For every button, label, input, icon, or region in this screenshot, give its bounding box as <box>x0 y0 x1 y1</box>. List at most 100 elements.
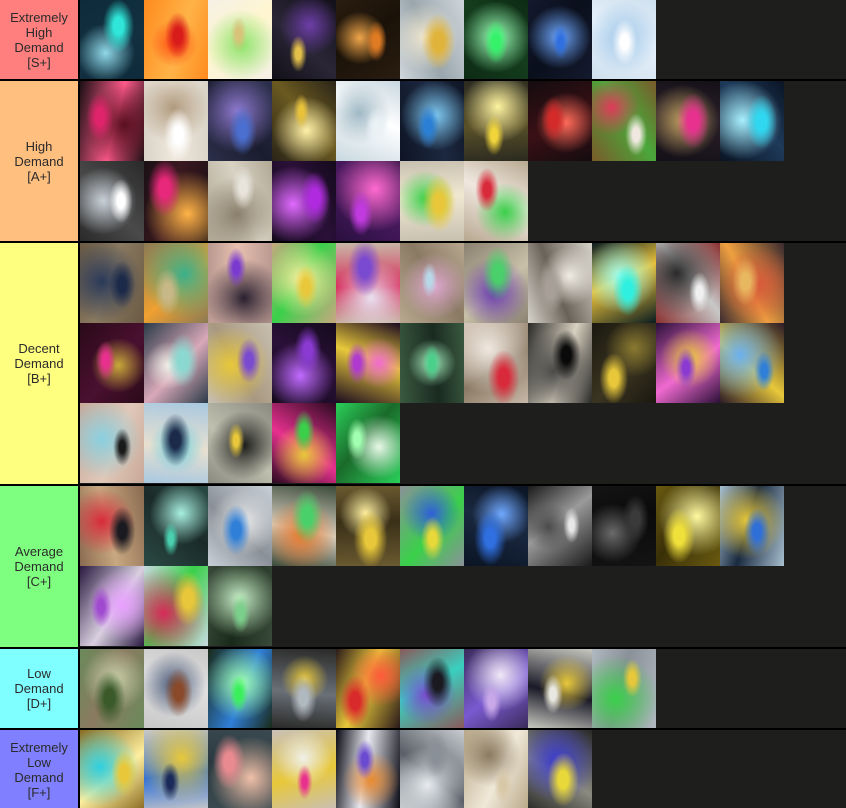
tier-item-red-white-pattern-figure[interactable] <box>464 323 528 403</box>
tier-item-pink-sunset-weapon[interactable] <box>208 730 272 808</box>
tier-item-brown-hair-sitting-figure[interactable] <box>144 649 208 728</box>
tier-item-white-figure-bright-bg[interactable] <box>144 81 208 161</box>
tier-item-grey-white-figure-b[interactable] <box>528 243 592 323</box>
tier-item-teal-white-figure[interactable] <box>144 323 208 403</box>
tier-item-grey-white-armor-figure[interactable] <box>208 161 272 241</box>
tier-item-gold-armored-figure-c[interactable] <box>336 486 400 566</box>
tier-item-grey-knight-figure[interactable] <box>272 649 336 728</box>
tier-label-f-plus[interactable]: Extremely Low Demand [F+] <box>0 730 80 808</box>
tier-item-blue-hair-dark-figure[interactable] <box>400 81 464 161</box>
tier-item-gold-armored-figure-a[interactable] <box>272 81 336 161</box>
tier-item-blue-glow-dark-figure[interactable] <box>528 0 592 79</box>
tier-items-a-plus <box>80 81 846 241</box>
tier-item-pink-white-ornate-figure[interactable] <box>272 730 336 808</box>
tier-label-b-plus[interactable]: Decent Demand [B+] <box>0 243 80 484</box>
tier-item-pink-green-striped-figure[interactable] <box>592 81 656 161</box>
tier-item-purple-cap-figure[interactable] <box>208 243 272 323</box>
tier-item-blue-gold-ninja-figure[interactable] <box>720 486 784 566</box>
tier-item-white-gold-knight-burst[interactable] <box>208 0 272 79</box>
tier-item-magenta-shadow-figure[interactable] <box>336 161 400 241</box>
tier-item-red-black-checker-figure[interactable] <box>528 81 592 161</box>
tier-item-gold-green-figure-a[interactable] <box>400 161 464 241</box>
tier-item-black-ninja-figure[interactable] <box>528 323 592 403</box>
tier-item-thumbnail <box>80 0 144 79</box>
tier-item-dark-hooded-pink-eyes[interactable] <box>656 81 720 161</box>
tier-item-tan-green-armored-figure[interactable] <box>144 243 208 323</box>
tier-item-cyan-glow-armored-figure[interactable] <box>592 243 656 323</box>
tier-label-s-plus[interactable]: Extremely High Demand [S+] <box>0 0 80 79</box>
tier-item-purple-blue-weapon-figure[interactable] <box>336 730 400 808</box>
tier-label-d-plus[interactable]: Low Demand [D+] <box>0 649 80 728</box>
tier-item-green-purple-figure-window[interactable] <box>464 243 528 323</box>
tier-item-green-glow-skeleton-figure[interactable] <box>336 403 400 483</box>
tier-item-straw-hat-pumpkin-figure[interactable] <box>720 243 784 323</box>
tier-item-black-gold-horned-armor[interactable] <box>272 0 336 79</box>
tier-row-c-plus: Average Demand [C+] <box>0 486 846 649</box>
tier-item-white-gold-tall-figure[interactable] <box>528 649 592 728</box>
tier-item-purple-white-stand-figure[interactable] <box>464 649 528 728</box>
tier-item-purple-void-figure[interactable] <box>272 161 336 241</box>
tier-item-pink-black-beast-figure[interactable] <box>80 323 144 403</box>
tier-item-yellow-black-sword-figure[interactable] <box>208 403 272 483</box>
tier-item-dark-pink-energy-figure[interactable] <box>144 161 208 241</box>
tier-item-gold-figure-bright-room[interactable] <box>400 0 464 79</box>
tier-item-thumbnail <box>656 323 720 403</box>
tier-item-dark-hair-blue-outfit-figure[interactable] <box>80 243 144 323</box>
tier-item-teal-glow-mecha-figure[interactable] <box>80 0 144 79</box>
tier-item-tan-room-object[interactable] <box>464 730 528 808</box>
tier-item-thumbnail <box>528 730 592 808</box>
tier-item-black-white-pattern-figure[interactable] <box>656 243 720 323</box>
tier-item-thumbnail <box>336 0 400 79</box>
tier-item-blue-blocky-figure[interactable] <box>720 323 784 403</box>
tier-item-green-energy-humanoid[interactable] <box>464 0 528 79</box>
tier-item-blue-glow-dark-figure-c[interactable] <box>464 486 528 566</box>
tier-item-purple-glow-beast-figure[interactable] <box>80 566 144 646</box>
tier-item-yellow-armored-figure[interactable] <box>464 81 528 161</box>
tier-item-red-armored-figure-d[interactable] <box>336 649 400 728</box>
tier-item-gold-dark-figure-b[interactable] <box>592 323 656 403</box>
tier-item-thumbnail <box>144 649 208 728</box>
tier-item-pale-blue-wispy-figure[interactable] <box>336 81 400 161</box>
tier-item-blue-hat-swordsman-figure[interactable] <box>144 403 208 483</box>
tier-item-black-armored-figure-c[interactable] <box>592 486 656 566</box>
tier-item-purple-pink-armored-figure[interactable] <box>336 323 400 403</box>
tier-item-golden-glow-figure[interactable] <box>656 486 720 566</box>
tier-item-gold-green-glow-figure[interactable] <box>592 649 656 728</box>
tier-item-green-stone-golem-figure[interactable] <box>208 566 272 646</box>
tier-item-green-gold-mask-figure[interactable] <box>272 403 336 483</box>
tier-item-thumbnail <box>464 0 528 79</box>
tier-item-red-white-green-figure[interactable] <box>464 161 528 241</box>
tier-item-cyan-crystal-figure[interactable] <box>720 81 784 161</box>
tier-item-yellow-gun-item[interactable] <box>528 730 592 808</box>
tier-item-black-horned-figure[interactable] <box>400 649 464 728</box>
tier-item-teal-armored-figure-c[interactable] <box>144 486 208 566</box>
tier-item-thumbnail <box>528 323 592 403</box>
tier-item-black-white-mask-figure[interactable] <box>528 486 592 566</box>
tier-item-gold-blue-sparkle-figure[interactable] <box>80 730 144 808</box>
tier-item-dark-red-glasses-figure[interactable] <box>80 81 144 161</box>
tier-item-purple-white-hair-figure[interactable] <box>336 243 400 323</box>
tier-item-black-suit-figure-street[interactable] <box>80 403 144 483</box>
tier-label-a-plus[interactable]: High Demand [A+] <box>0 81 80 241</box>
tier-item-white-blue-light-orbs[interactable] <box>592 0 656 79</box>
tier-item-dark-hair-red-scarf-figure[interactable] <box>80 486 144 566</box>
tier-item-blue-white-rifle-figure[interactable] <box>208 486 272 566</box>
tier-label-c-plus[interactable]: Average Demand [C+] <box>0 486 80 647</box>
tier-item-grey-creature-figure[interactable] <box>400 730 464 808</box>
tier-item-blue-gold-knight-figure[interactable] <box>144 730 208 808</box>
tier-item-blue-purple-armored-figure[interactable] <box>208 81 272 161</box>
tier-item-pale-blue-armored-figure[interactable] <box>400 243 464 323</box>
tier-item-green-jacket-figure[interactable] <box>80 649 144 728</box>
tier-item-orange-dark-armored-figure[interactable] <box>336 0 400 79</box>
tier-item-yellow-blue-noob-figure[interactable] <box>400 486 464 566</box>
tier-item-purple-gold-orb-figure[interactable] <box>656 323 720 403</box>
tier-item-dark-purple-spiky-figure[interactable] <box>272 323 336 403</box>
tier-item-purple-gold-sword-figure[interactable] <box>208 323 272 403</box>
tier-item-green-orange-figure[interactable] <box>272 486 336 566</box>
tier-item-white-glowing-figure[interactable] <box>80 161 144 241</box>
tier-item-green-glow-vine-figure[interactable] <box>208 649 272 728</box>
tier-item-green-teal-warrior-figure[interactable] <box>400 323 464 403</box>
tier-item-red-armored-figure-fire-bg[interactable] <box>144 0 208 79</box>
tier-item-rainbow-horn-instrument[interactable] <box>144 566 208 646</box>
tier-item-gold-dress-figure[interactable] <box>272 243 336 323</box>
